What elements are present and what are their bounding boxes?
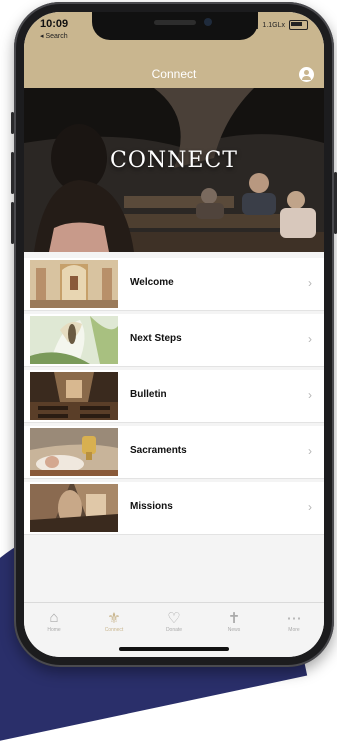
heart-icon: ♡: [167, 610, 181, 627]
profile-icon[interactable]: [299, 67, 314, 82]
more-icon: ⋯: [286, 610, 302, 627]
connect-icon: ⚜: [107, 610, 121, 627]
tab-label: More: [288, 627, 300, 633]
cross-icon: ✝: [227, 610, 241, 627]
back-to-search-link[interactable]: ◂ Search: [40, 32, 68, 40]
welcome-thumbnail: [30, 260, 118, 308]
list-item-label: Bulletin: [130, 389, 167, 400]
battery-icon: [289, 20, 308, 30]
list-item-welcome[interactable]: Welcome ›: [24, 258, 324, 311]
speaker: [154, 20, 196, 25]
front-camera: [204, 18, 212, 26]
chevron-right-icon: ›: [308, 444, 312, 458]
list-item-label: Sacraments: [130, 445, 187, 456]
list-item-sacraments[interactable]: Sacraments ›: [24, 426, 324, 479]
app-screen: 10:09 ◂ Search 1.1GLx Connect CONNECT We…: [24, 12, 324, 657]
chevron-right-icon: ›: [308, 276, 312, 290]
tab-label: News: [227, 627, 241, 633]
volume-down-button: [11, 202, 14, 244]
home-indicator[interactable]: [119, 647, 229, 651]
home-icon: ⌂: [49, 609, 59, 626]
carrier-label: 1.1GLx: [262, 21, 285, 29]
list-item-label: Next Steps: [130, 333, 182, 344]
silent-switch: [11, 112, 14, 134]
list-item-bulletin[interactable]: Bulletin ›: [24, 370, 324, 423]
tab-label: Home: [47, 627, 61, 633]
status-time: 10:09: [40, 18, 69, 30]
chevron-right-icon: ›: [308, 500, 312, 514]
tab-label: Donate: [165, 627, 183, 633]
hero-title: CONNECT: [110, 148, 238, 173]
next-steps-thumbnail: [30, 316, 118, 364]
list-item-label: Missions: [130, 501, 173, 512]
bulletin-thumbnail: [30, 372, 118, 420]
tab-home[interactable]: ⌂ Home: [24, 603, 84, 657]
list-item-next-steps[interactable]: Next Steps ›: [24, 314, 324, 367]
connect-list: Welcome › Next Steps › Bulletin › Sacram…: [24, 252, 324, 602]
sacraments-thumbnail: [30, 428, 118, 476]
hero-banner: CONNECT: [24, 88, 324, 252]
list-item-label: Welcome: [130, 277, 174, 288]
missions-thumbnail: [30, 484, 118, 532]
notch: [92, 12, 258, 40]
tab-label: Connect: [104, 627, 124, 633]
chevron-right-icon: ›: [308, 388, 312, 402]
chevron-right-icon: ›: [308, 332, 312, 346]
list-item-missions[interactable]: Missions ›: [24, 482, 324, 535]
volume-up-button: [11, 152, 14, 194]
tab-more[interactable]: ⋯ More: [264, 603, 324, 657]
page-title: Connect: [151, 67, 197, 81]
